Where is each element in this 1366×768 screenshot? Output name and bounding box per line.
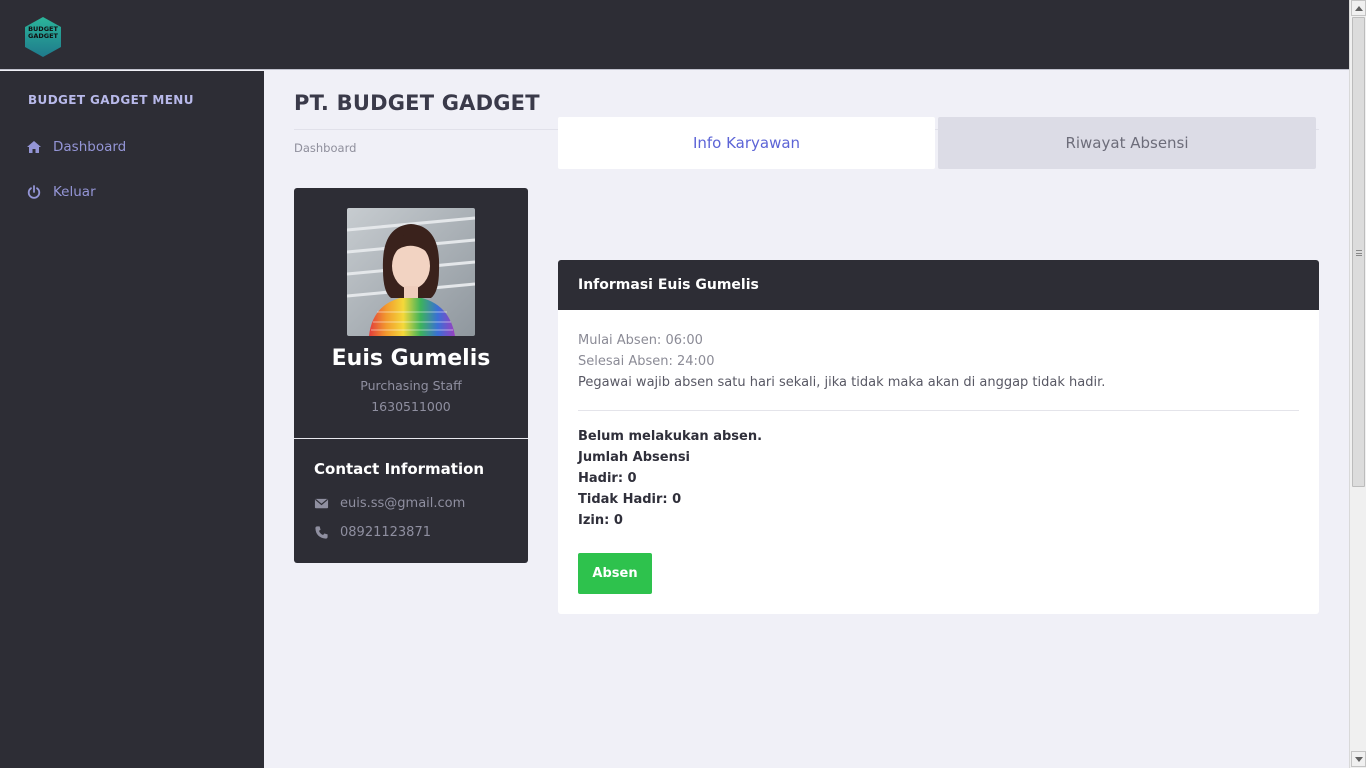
tidak-hadir-count: Tidak Hadir: 0 (578, 492, 682, 507)
hadir-count: Hadir: 0 (578, 471, 637, 486)
sidebar-title: BUDGET GADGET MENU (28, 93, 194, 107)
sidebar-item-label: Keluar (53, 184, 96, 200)
phone-icon (315, 525, 328, 539)
izin-count: Izin: 0 (578, 513, 623, 528)
home-icon (27, 141, 41, 153)
contact-email: euis.ss@gmail.com (314, 494, 465, 512)
contact-phone-text[interactable]: 08921123871 (340, 525, 431, 540)
arrow-up-icon (1355, 6, 1363, 11)
scroll-up-button[interactable] (1351, 0, 1366, 16)
vertical-scrollbar[interactable] (1349, 0, 1366, 768)
profile-name: Euis Gumelis (331, 346, 491, 371)
contact-email-text[interactable]: euis.ss@gmail.com (340, 496, 465, 511)
profile-divider (294, 438, 528, 439)
info-panel-title: Informasi Euis Gumelis (578, 277, 759, 293)
absen-button[interactable]: Absen (578, 553, 652, 594)
arrow-down-icon (1355, 757, 1363, 762)
info-panel-divider (578, 410, 1299, 411)
contact-phone: 08921123871 (314, 523, 431, 541)
attendance-note: Pegawai wajib absen satu hari sekali, ji… (578, 375, 1106, 390)
mulai-absen-text: Mulai Absen: 06:00 (578, 333, 703, 348)
sidebar-item-label: Dashboard (53, 139, 127, 155)
selesai-absen-text: Selesai Absen: 24:00 (578, 354, 715, 369)
grip-icon (1356, 250, 1362, 256)
avatar (347, 208, 475, 336)
envelope-icon (314, 498, 329, 508)
power-icon (27, 185, 41, 199)
contact-title: Contact Information (314, 460, 485, 478)
profile-photo (347, 208, 475, 336)
scrollbar-thumb[interactable] (1352, 17, 1365, 487)
logo-text-line2: GADGET (28, 32, 58, 40)
top-bar: BUDGET GADGET (0, 0, 1349, 70)
tab-riwayat-absensi[interactable]: Riwayat Absensi (938, 117, 1316, 169)
profile-card: Euis Gumelis Purchasing Staff 1630511000… (294, 188, 528, 563)
info-panel-header: Informasi Euis Gumelis (558, 260, 1319, 310)
sidebar-item-keluar[interactable]: Keluar (26, 181, 96, 203)
profile-id: 1630511000 (371, 399, 451, 414)
info-panel: Informasi Euis Gumelis Mulai Absen: 06:0… (558, 260, 1319, 614)
tab-info-karyawan[interactable]: Info Karyawan (558, 117, 935, 169)
brand-logo[interactable]: BUDGET GADGET (23, 16, 63, 58)
scroll-down-button[interactable] (1351, 751, 1366, 767)
profile-role: Purchasing Staff (360, 378, 462, 393)
jumlah-absensi-label: Jumlah Absensi (578, 450, 691, 465)
breadcrumb[interactable]: Dashboard (294, 141, 356, 155)
sidebar-item-dashboard[interactable]: Dashboard (26, 136, 126, 158)
page-title: PT. BUDGET GADGET (294, 91, 540, 115)
logo-text: BUDGET GADGET (23, 26, 63, 40)
sidebar: BUDGET GADGET MENU Dashboard Keluar (0, 71, 264, 768)
attendance-status: Belum melakukan absen. (578, 429, 763, 444)
